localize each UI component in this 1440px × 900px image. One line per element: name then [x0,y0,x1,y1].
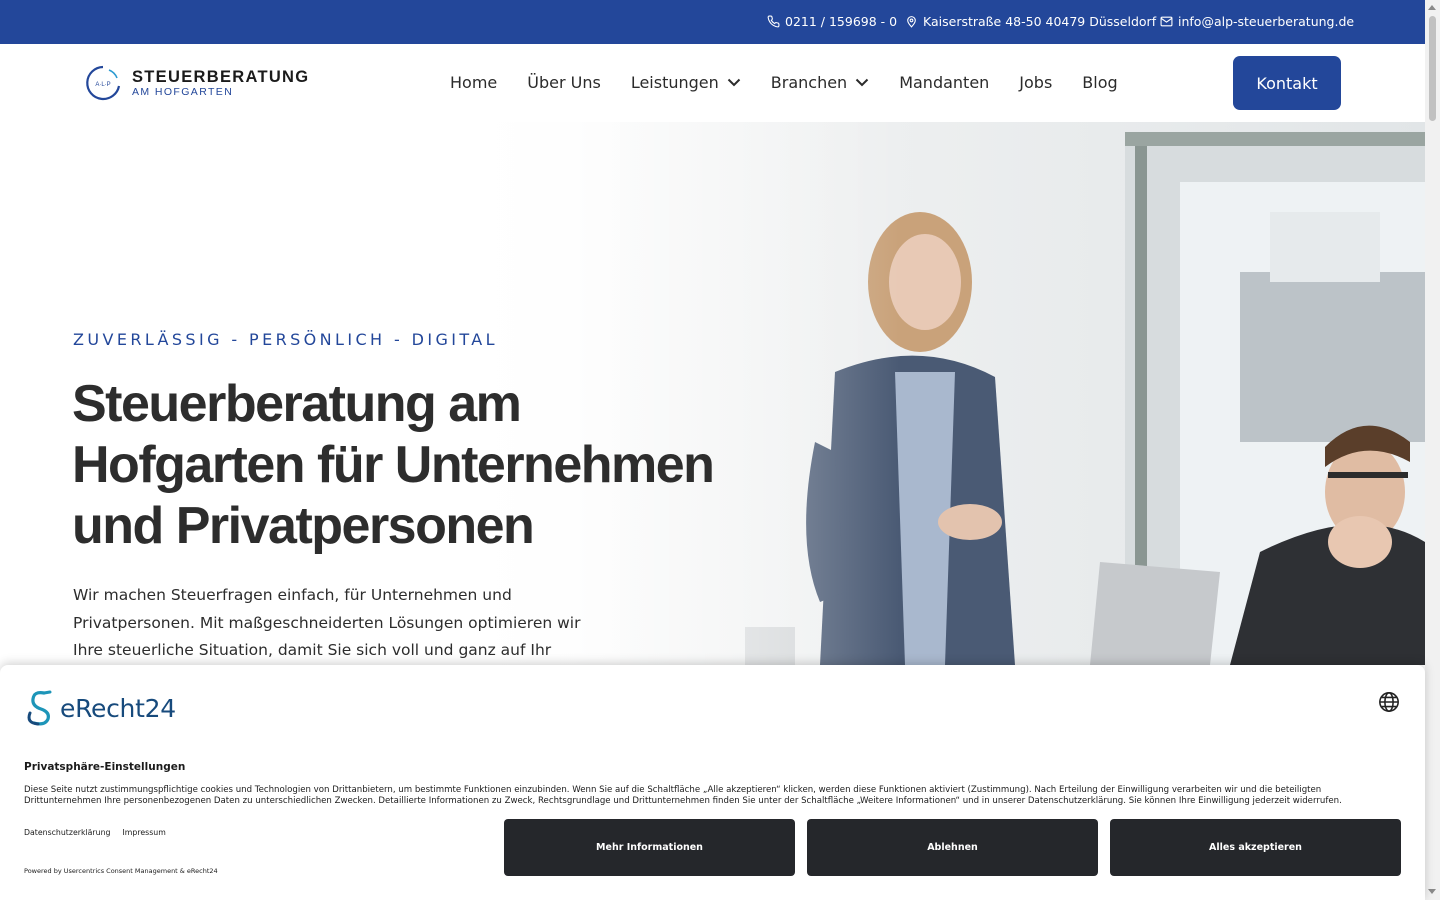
scroll-down-arrow-icon[interactable] [1428,889,1436,894]
nav-ueber-uns-label: Über Uns [527,73,601,92]
site-header: A·L·P STEUERBERATUNG AM HOFGARTEN Home Ü… [0,44,1425,122]
kontakt-button[interactable]: Kontakt [1233,56,1341,110]
nav-mandanten[interactable]: Mandanten [899,73,989,92]
nav-leistungen[interactable]: Leistungen [631,73,741,92]
hero-title: Steuerberatung am Hofgarten für Unterneh… [72,375,715,555]
nav-blog-label: Blog [1082,73,1118,92]
logo-monogram: A·L·P [95,82,110,88]
hero-eyebrow: ZUVERLÄSSIG - PERSÖNLICH - DIGITAL [73,330,498,349]
privacy-policy-link[interactable]: Datenschutzerklärung [24,828,110,837]
nav-jobs[interactable]: Jobs [1019,73,1052,92]
nav-home[interactable]: Home [450,73,497,92]
consent-title: Privatsphäre-Einstellungen [24,761,186,773]
topbar-phone[interactable]: 0211 / 159698 - 0 [767,14,897,29]
nav-jobs-label: Jobs [1019,73,1053,92]
topbar-email[interactable]: info@alp-steuerberatung.de [1160,14,1354,29]
logo-mark: A·L·P [84,64,122,102]
main-nav: Home Über Uns Leistungen Branchen Mandan… [450,73,1148,92]
page-scrollbar[interactable] [1425,0,1440,900]
scroll-up-arrow-icon[interactable] [1428,5,1436,10]
nav-ueber-uns[interactable]: Über Uns [527,73,601,92]
globe-icon[interactable] [1378,691,1400,713]
more-info-button[interactable]: Mehr Informationen [504,819,795,876]
accept-all-button[interactable]: Alles akzeptieren [1110,819,1401,876]
mail-icon [1160,16,1173,27]
topbar-address-text: Kaiserstraße 48-50 40479 Düsseldorf [923,14,1157,29]
consent-links: Datenschutzerklärung Impressum [24,828,166,837]
nav-branchen-label: Branchen [770,73,848,92]
topbar-phone-text: 0211 / 159698 - 0 [785,14,898,29]
phone-icon [767,15,780,28]
hero-section: ZUVERLÄSSIG - PERSÖNLICH - DIGITAL Steue… [0,122,1425,665]
imprint-link[interactable]: Impressum [122,828,165,837]
site-logo[interactable]: A·L·P STEUERBERATUNG AM HOFGARTEN [84,64,309,102]
topbar-address[interactable]: Kaiserstraße 48-50 40479 Düsseldorf [905,14,1156,29]
decline-button[interactable]: Ablehnen [807,819,1098,876]
nav-branchen[interactable]: Branchen [771,73,869,92]
nav-home-label: Home [450,73,498,92]
logo-line2: AM HOFGARTEN [132,85,234,98]
scrollbar-thumb[interactable] [1429,16,1436,121]
top-info-bar: 0211 / 159698 - 0 Kaiserstraße 48-50 404… [0,0,1425,44]
cookie-consent-banner: eRecht24 Privatsphäre-Einstellungen Dies… [0,665,1425,900]
nav-leistungen-label: Leistungen [630,73,719,92]
nav-mandanten-label: Mandanten [899,73,990,92]
map-pin-icon [907,16,916,28]
topbar-email-text: info@alp-steuerberatung.de [1178,14,1355,29]
erecht24-mark-icon [27,690,52,726]
consent-powered-by: Powered by Usercentrics Consent Manageme… [24,867,218,875]
chevron-down-icon [855,78,869,87]
consent-text: Diese Seite nutzt zustimmungspflichtige … [24,785,1342,806]
nav-blog[interactable]: Blog [1082,73,1117,92]
erecht24-brand-name: eRecht24 [60,693,176,723]
logo-line1: STEUERBERATUNG [132,67,310,86]
logo-text: STEUERBERATUNG AM HOFGARTEN [132,68,309,99]
hero-description: Wir machen Steuerfragen einfach, für Unt… [73,586,581,659]
chevron-down-icon [727,78,740,87]
erecht24-logo: eRecht24 [24,689,176,727]
